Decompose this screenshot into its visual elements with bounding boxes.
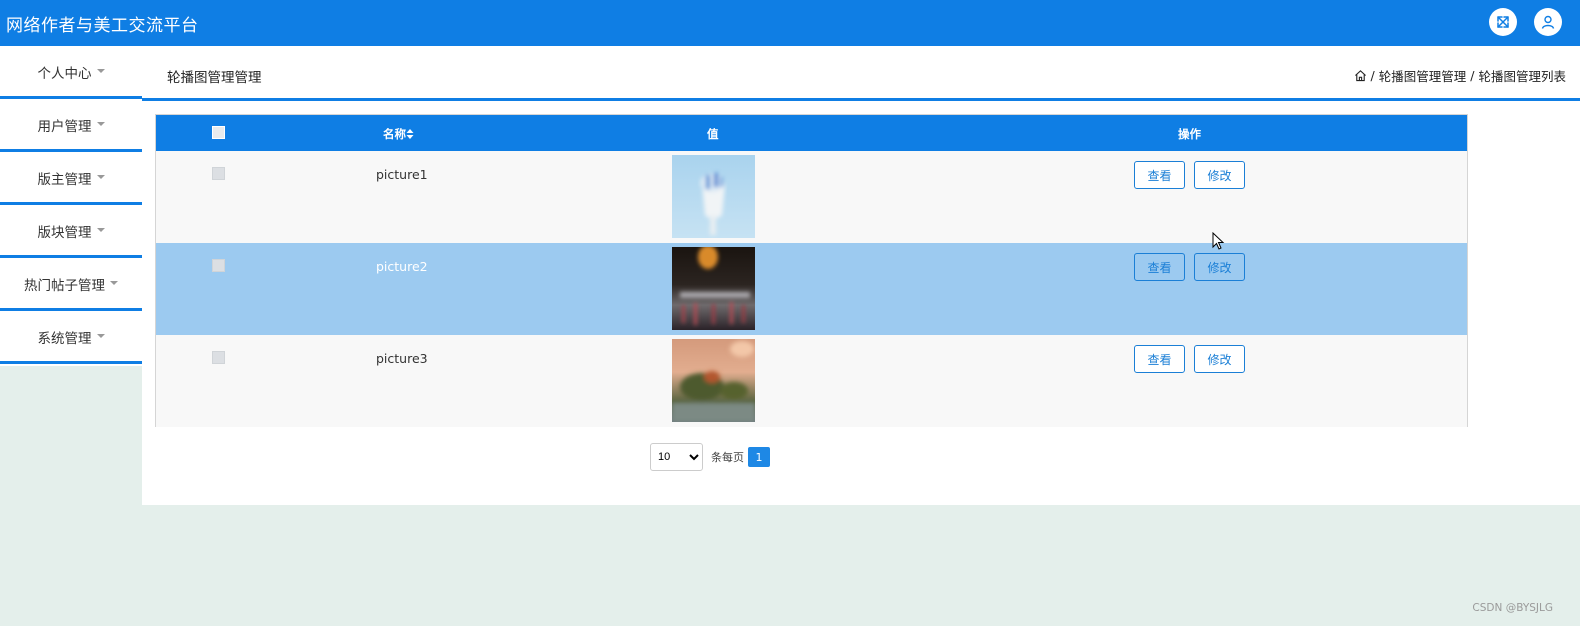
page-title: 轮播图管理管理 [167, 70, 262, 86]
row-checkbox[interactable] [212, 351, 225, 364]
sort-icon[interactable] [406, 129, 414, 139]
sidebar-item-hot-posts-management[interactable]: 热门帖子管理 [0, 258, 142, 311]
row-checkbox[interactable] [212, 167, 225, 180]
row-name: picture3 [376, 351, 428, 366]
caret-down-icon [96, 175, 105, 179]
fullscreen-icon[interactable] [1489, 8, 1517, 36]
view-button[interactable]: 查看 [1134, 161, 1185, 189]
sidebar-item-label: 用户管理 [37, 119, 92, 135]
main-content: 轮播图管理管理 / 轮播图管理管理 / 轮播图管理列表 名称 值 操作 pict… [142, 46, 1580, 505]
home-icon[interactable] [1354, 69, 1367, 82]
breadcrumb-separator: / [1370, 68, 1375, 83]
carousel-table: 名称 值 操作 picture1 查看 修改 picture2 查看 修改 pi… [155, 114, 1468, 427]
column-header-name[interactable]: 名称 [383, 126, 414, 142]
caret-down-icon [96, 122, 105, 126]
column-header-actions: 操作 [1178, 127, 1201, 141]
breadcrumb: / 轮播图管理管理 / 轮播图管理列表 [1354, 66, 1566, 85]
app-title: 网络作者与美工交流平台 [6, 16, 199, 36]
caret-down-icon [96, 69, 105, 73]
view-button[interactable]: 查看 [1134, 345, 1185, 373]
carousel-thumbnail [672, 339, 755, 422]
sidebar: 个人中心 用户管理 版主管理 版块管理 热门帖子管理 系统管理 [0, 46, 142, 366]
top-navbar: 网络作者与美工交流平台 [0, 0, 1580, 46]
view-button[interactable]: 查看 [1134, 253, 1185, 281]
sidebar-item-personal-center[interactable]: 个人中心 [0, 46, 142, 99]
table-row[interactable]: picture2 查看 修改 [156, 243, 1467, 335]
caret-down-icon [96, 334, 105, 338]
sidebar-item-section-management[interactable]: 版块管理 [0, 205, 142, 258]
edit-button[interactable]: 修改 [1194, 253, 1245, 281]
breadcrumb-item[interactable]: 轮播图管理管理 [1379, 66, 1467, 85]
page-number-button[interactable]: 1 [748, 447, 770, 467]
carousel-thumbnail [672, 155, 755, 238]
edit-button[interactable]: 修改 [1194, 161, 1245, 189]
sidebar-item-label: 系统管理 [37, 331, 92, 347]
user-icon[interactable] [1534, 8, 1562, 36]
edit-button[interactable]: 修改 [1194, 345, 1245, 373]
column-header-label: 名称 [383, 127, 406, 141]
sidebar-item-system-management[interactable]: 系统管理 [0, 311, 142, 364]
table-row[interactable]: picture1 查看 修改 [156, 151, 1467, 243]
table-row[interactable]: picture3 查看 修改 [156, 335, 1467, 427]
per-page-label: 条每页 [711, 451, 744, 464]
sidebar-item-label: 热门帖子管理 [24, 278, 105, 294]
table-header: 名称 值 操作 [156, 115, 1467, 151]
column-header-value: 值 [707, 127, 719, 141]
breadcrumb-item-current: 轮播图管理列表 [1478, 69, 1566, 84]
watermark: CSDN @BYSJLG [1472, 602, 1553, 614]
sidebar-item-user-management[interactable]: 用户管理 [0, 99, 142, 152]
sidebar-item-label: 个人中心 [37, 66, 92, 82]
row-name: picture2 [376, 259, 428, 274]
mouse-cursor-icon [1212, 232, 1225, 250]
select-all-checkbox[interactable] [212, 126, 225, 139]
sidebar-item-moderator-management[interactable]: 版主管理 [0, 152, 142, 205]
sidebar-item-label: 版主管理 [37, 172, 92, 188]
row-name: picture1 [376, 167, 428, 182]
caret-down-icon [110, 281, 118, 285]
row-checkbox[interactable] [212, 259, 225, 272]
carousel-thumbnail [672, 247, 755, 330]
page-size-select[interactable]: 10 [650, 443, 703, 471]
caret-down-icon [96, 228, 105, 232]
pagination: 10 条每页 1 [650, 443, 770, 471]
sidebar-item-label: 版块管理 [37, 225, 92, 241]
breadcrumb-separator: / [1470, 68, 1475, 83]
page-header: 轮播图管理管理 / 轮播图管理管理 / 轮播图管理列表 [142, 46, 1580, 101]
